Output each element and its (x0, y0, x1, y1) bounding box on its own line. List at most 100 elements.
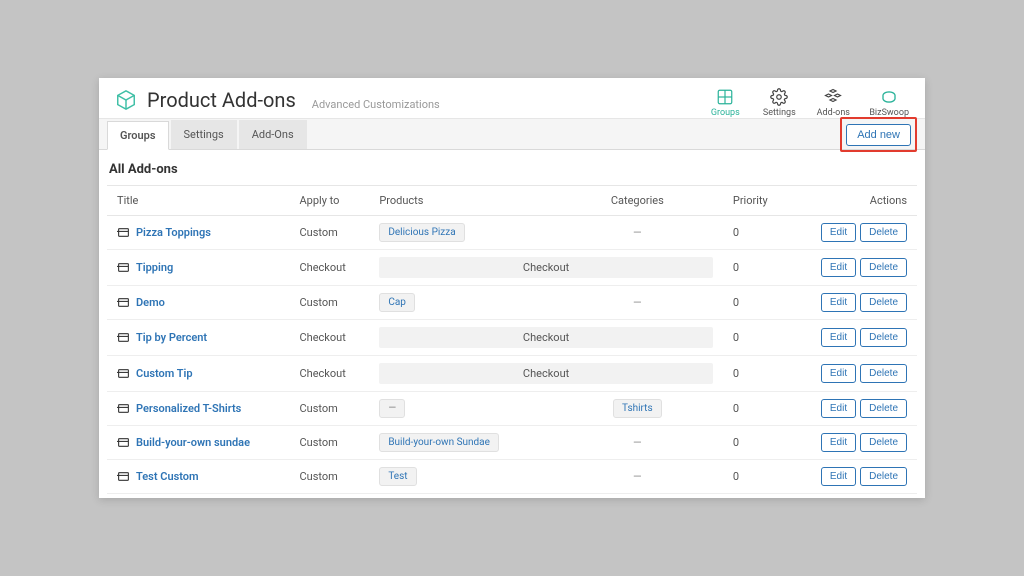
nav-label: Settings (763, 108, 796, 118)
table-row: Custom TipCheckoutCheckout0EditDelete (107, 356, 917, 392)
table-row: Personalized T-ShirtsCustom—Tshirts0Edit… (107, 392, 917, 426)
table-row: DemoCustomCap—0EditDelete (107, 286, 917, 320)
delete-button[interactable]: Delete (860, 399, 907, 418)
edit-button[interactable]: Edit (821, 399, 856, 418)
table-row: Test CustomCustomTest—0EditDelete (107, 460, 917, 494)
product-tag[interactable]: Delicious Pizza (379, 223, 464, 242)
priority-cell: 0 (723, 250, 791, 286)
delete-button[interactable]: Delete (860, 364, 907, 383)
row-title-link[interactable]: Personalized T-Shirts (136, 402, 241, 415)
col-apply: Apply to (289, 186, 369, 216)
nav-item-groups[interactable]: Groups (707, 88, 743, 118)
col-products: Products (369, 186, 551, 216)
actions-cell: EditDelete (791, 460, 917, 494)
products-cell: Build-your-own Sundae (369, 426, 551, 460)
product-tag[interactable]: Cap (379, 293, 415, 312)
categories-cell: — (552, 460, 723, 494)
nav-item-addons[interactable]: Add-ons (815, 88, 851, 118)
row-card-icon (117, 436, 130, 449)
delete-button[interactable]: Delete (860, 328, 907, 347)
empty-dash: — (633, 226, 642, 239)
priority-cell: 0 (723, 320, 791, 356)
apply-to-cell: Checkout (289, 320, 369, 356)
actions-cell: EditDelete (791, 216, 917, 250)
tab-settings[interactable]: Settings (171, 120, 237, 149)
tab-addons[interactable]: Add-Ons (239, 120, 307, 149)
tab-groups[interactable]: Groups (107, 121, 169, 150)
row-card-icon (117, 226, 130, 239)
delete-button[interactable]: Delete (860, 258, 907, 277)
nav-item-settings[interactable]: Settings (761, 88, 797, 118)
empty-dash: — (633, 470, 642, 483)
row-title-link[interactable]: Test Custom (136, 470, 199, 483)
grid-icon (716, 88, 734, 106)
nav-label: Groups (711, 108, 740, 118)
row-title-link[interactable]: Custom Tip (136, 367, 193, 380)
row-title-link[interactable]: Demo (136, 296, 165, 309)
edit-button[interactable]: Edit (821, 467, 856, 486)
table-row: Pizza ToppingsCustomDelicious Pizza—0Edi… (107, 216, 917, 250)
content-area: All Add-ons Title Apply to Products Cate… (99, 150, 925, 498)
products-cell: Delicious Pizza (369, 216, 551, 250)
priority-cell: 0 (723, 426, 791, 460)
delete-button[interactable]: Delete (860, 293, 907, 312)
priority-cell: 0 (723, 216, 791, 250)
actions-cell: EditDelete (791, 494, 917, 499)
delete-button[interactable]: Delete (860, 223, 907, 242)
row-card-icon (117, 296, 130, 309)
edit-button[interactable]: Edit (821, 364, 856, 383)
category-tag[interactable]: Tshirts (613, 399, 662, 418)
row-title-link[interactable]: Tip by Percent (136, 331, 207, 344)
apply-to-cell: Custom (289, 216, 369, 250)
table-row: Build-your-own sundaeCustomBuild-your-ow… (107, 426, 917, 460)
apply-to-cell: Checkout (289, 356, 369, 392)
col-actions: Actions (791, 186, 917, 216)
categories-cell: — (552, 426, 723, 460)
priority-cell: 0 (723, 286, 791, 320)
delete-button[interactable]: Delete (860, 467, 907, 486)
empty-dash: — (633, 436, 642, 449)
row-card-icon (117, 331, 130, 344)
table-row: Custom HoodieCustomHoodie—0EditDelete (107, 494, 917, 499)
edit-button[interactable]: Edit (821, 223, 856, 242)
edit-button[interactable]: Edit (821, 258, 856, 277)
checkout-span: Checkout (379, 327, 713, 348)
products-cell: Test (369, 460, 551, 494)
nav-item-bizswoop[interactable]: BizSwoop (869, 88, 909, 118)
priority-cell: 0 (723, 460, 791, 494)
header-nav: Groups Settings Add-ons BizSwoop (707, 88, 909, 118)
actions-cell: EditDelete (791, 426, 917, 460)
row-title-link[interactable]: Pizza Toppings (136, 226, 211, 239)
priority-cell: 0 (723, 494, 791, 499)
priority-cell: 0 (723, 392, 791, 426)
add-new-button[interactable]: Add new (846, 124, 911, 146)
apply-to-cell: Custom (289, 286, 369, 320)
empty-dash: — (633, 296, 642, 309)
tabs-list: Groups Settings Add-Ons (107, 120, 307, 149)
edit-button[interactable]: Edit (821, 328, 856, 347)
row-title-link[interactable]: Tipping (136, 261, 173, 274)
row-title-link[interactable]: Build-your-own sundae (136, 436, 250, 449)
page-title: Product Add-ons (147, 88, 296, 112)
priority-cell: 0 (723, 356, 791, 392)
products-cell: Cap (369, 286, 551, 320)
edit-button[interactable]: Edit (821, 293, 856, 312)
addons-table: Title Apply to Products Categories Prior… (107, 185, 917, 498)
checkout-span: Checkout (379, 257, 713, 278)
app-box-icon (115, 89, 137, 111)
app-window: Product Add-ons Advanced Customizations … (99, 78, 925, 498)
row-card-icon (117, 402, 130, 415)
gear-icon (770, 88, 788, 106)
actions-cell: EditDelete (791, 286, 917, 320)
edit-button[interactable]: Edit (821, 433, 856, 452)
actions-cell: EditDelete (791, 356, 917, 392)
delete-button[interactable]: Delete (860, 433, 907, 452)
table-row: Tip by Percent Checkout Checkout 0 EditDelet… (107, 320, 917, 356)
col-title: Title (107, 186, 289, 216)
product-tag[interactable]: Build-your-own Sundae (379, 433, 499, 452)
checkout-span: Checkout (379, 363, 713, 384)
actions-cell: EditDelete (791, 250, 917, 286)
section-title: All Add-ons (107, 158, 917, 185)
row-card-icon (117, 261, 130, 274)
product-tag[interactable]: Test (379, 467, 416, 486)
